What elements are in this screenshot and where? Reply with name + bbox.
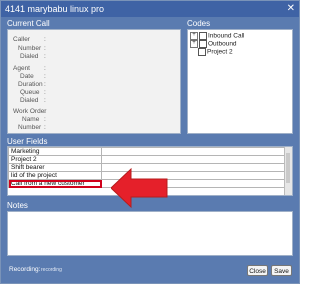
checkbox[interactable] [199,40,207,48]
dialed2-label: Dialed [20,97,39,104]
queue-label: Queue [20,89,40,96]
number-colon: : [44,45,46,52]
tree-item-label: Project 2 [207,48,233,56]
close-button[interactable]: Close [247,265,268,276]
checkbox[interactable] [198,48,206,56]
field-name-cell: lid of the project [8,171,102,180]
expand-icon[interactable]: + [190,32,198,40]
caller-colon: : [44,36,46,43]
name-label: Name [22,116,40,123]
red-arrow-icon [111,167,168,209]
number2-label: Number [18,124,42,131]
tree-item-label: Outbound [208,40,237,48]
dialed-label: Dialed [20,53,39,60]
title-bar: 4141 marybabu linux pro ✕ [1,1,299,17]
agent-colon: : [44,65,46,72]
table-row[interactable]: Project 2 [8,155,286,164]
agent-label: Agent [13,65,30,72]
work-order-label: Work Order [13,108,47,115]
codes-heading: Codes [187,19,211,28]
recording-label: Recording: [9,266,41,273]
tree-item-outbound[interactable]: + Outbound [190,40,237,48]
field-value-cell[interactable] [101,147,286,156]
name-colon: : [44,116,46,123]
tree-item-inbound-call[interactable]: + Inbound Call [190,32,245,40]
dialog-window: 4141 marybabu linux pro ✕ Current Call C… [0,0,300,284]
current-call-heading: Current Call [7,19,50,28]
field-value-cell[interactable] [101,155,286,164]
codes-panel: + Inbound Call + Outbound Project 2 [187,29,293,134]
current-call-panel: Caller : Number : Dialed : Agent : Date … [7,29,181,134]
expand-icon[interactable]: + [190,40,198,48]
user-fields-heading: User Fields [7,137,48,146]
notes-heading: Notes [7,201,28,210]
close-icon[interactable]: ✕ [287,1,295,17]
dialed-colon: : [44,53,46,60]
scrollbar-thumb[interactable] [286,153,290,183]
duration-label: Duration [18,81,43,88]
work-order-colon: : [44,108,46,115]
date-colon: : [44,73,46,80]
dialed2-colon: : [44,97,46,104]
tree-item-label: Inbound Call [208,32,245,40]
vertical-scrollbar[interactable] [284,147,292,195]
number-label: Number [18,45,42,52]
caller-label: Caller [13,36,30,43]
date-label: Date [20,73,34,80]
duration-colon: : [44,81,46,88]
number2-colon: : [44,124,46,131]
field-name-cell: Project 2 [8,155,102,164]
table-row[interactable]: Marketing [8,147,286,156]
field-name-cell-highlighted: Call from a new customer [8,179,102,188]
save-button[interactable]: Save [271,265,292,276]
notes-textarea[interactable] [7,211,293,256]
recording-value: recording [41,267,62,273]
queue-colon: : [44,89,46,96]
tree-item-project-2[interactable]: Project 2 [198,48,233,56]
window-title: 4141 marybabu linux pro [5,4,105,14]
checkbox[interactable] [199,32,207,40]
field-name-cell: Shift bearer [8,163,102,172]
field-name-cell: Marketing [8,147,102,156]
